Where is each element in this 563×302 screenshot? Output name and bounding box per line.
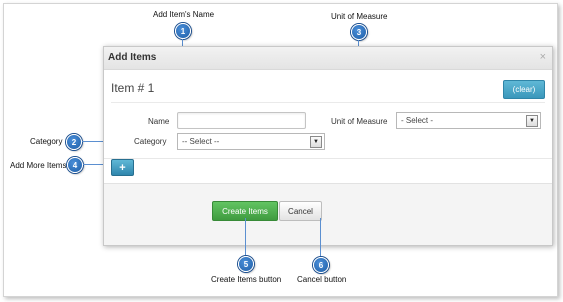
add-items-modal: Add Items × Item # 1 (clear) Name Unit o… [103,46,553,246]
callout-badge-6: 6 [313,257,329,273]
callout-badge-2: 2 [66,134,82,150]
item-name-input[interactable] [177,112,306,129]
callout-line-5 [245,218,246,258]
modal-title: Add Items [108,52,157,63]
callout-label-unit-of-measure: Unit of Measure [331,12,388,21]
modal-header: Add Items × [104,47,552,70]
callout-label-cancel-button: Cancel button [297,275,347,284]
callout-badge-4: 4 [67,157,83,173]
category-value: -- Select -- [182,137,220,146]
callout-line-6 [320,218,321,259]
dropdown-arrow-icon[interactable]: ▼ [526,115,538,127]
unit-of-measure-label: Unit of Measure [331,117,388,126]
callout-label-create-items-button: Create Items button [211,275,282,284]
callout-badge-1: 1 [175,23,191,39]
add-more-items-button[interactable]: + [111,159,134,176]
callout-label-category: Category [30,137,63,146]
callout-badge-3: 3 [351,24,367,40]
close-icon[interactable]: × [540,51,546,63]
category-select[interactable]: -- Select -- ▼ [177,133,325,150]
category-label: Category [134,137,167,146]
callout-label-item-name: Add Item's Name [153,10,215,19]
modal-footer: Create Items Cancel [104,183,552,245]
callout-label-add-more-items: Add More Items [10,161,67,170]
cancel-button[interactable]: Cancel [279,201,322,221]
unit-of-measure-select[interactable]: - Select - ▼ [396,112,541,129]
name-label: Name [148,117,170,126]
header-divider [111,102,545,103]
item-heading: Item # 1 [111,81,155,95]
fields-divider [104,158,552,159]
dropdown-arrow-icon[interactable]: ▼ [310,136,322,148]
callout-badge-5: 5 [238,256,254,272]
unit-of-measure-value: - Select - [401,116,434,125]
clear-button[interactable]: (clear) [503,80,545,99]
